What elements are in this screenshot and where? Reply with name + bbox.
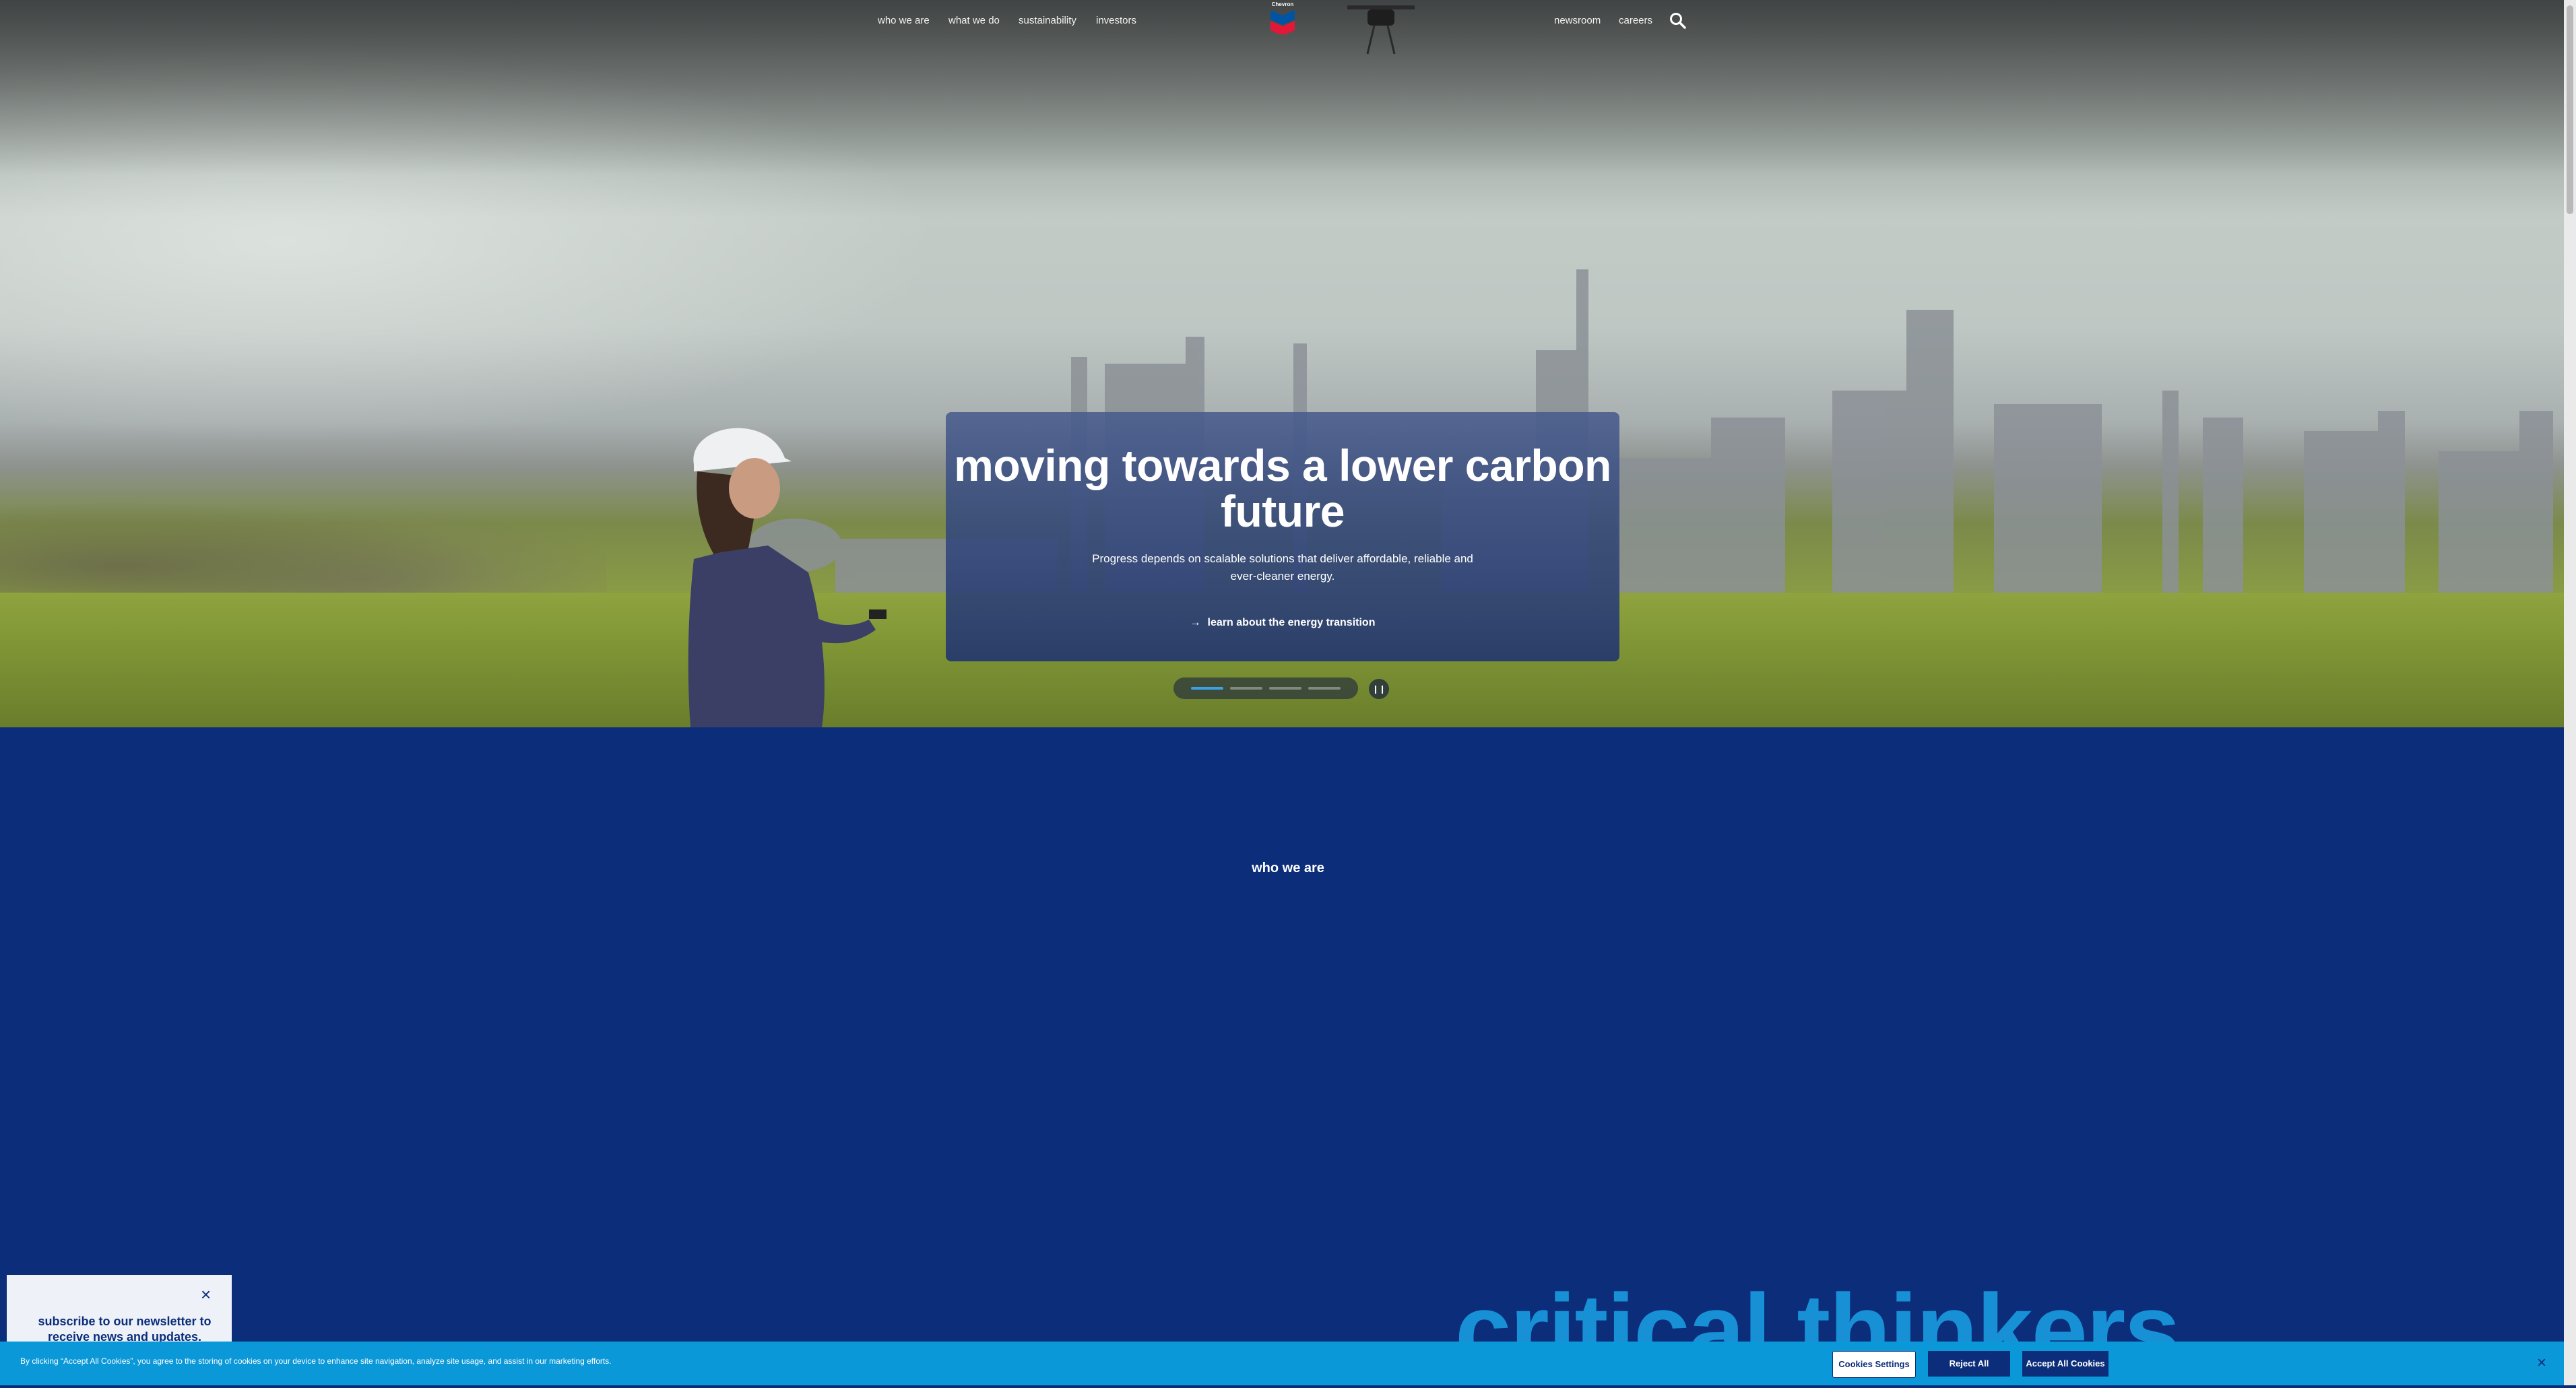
hero-cta-label: learn about the energy transition <box>1207 617 1376 628</box>
carousel-pause-button[interactable]: ❙❙ <box>1369 679 1389 699</box>
scrollbar-thumb[interactable] <box>2567 5 2573 214</box>
nav-careers[interactable]: careers <box>1619 15 1652 26</box>
nav-newsroom[interactable]: newsroom <box>1554 15 1601 26</box>
nav-who-we-are[interactable]: who we are <box>878 15 930 26</box>
close-icon: × <box>2537 1354 2547 1372</box>
hero-cta-link[interactable]: → learn about the energy transition <box>946 617 1619 629</box>
hero-banner: who we are what we do sustainability inv… <box>0 0 2576 727</box>
accept-all-cookies-button[interactable]: Accept All Cookies <box>2022 1351 2108 1377</box>
drone <box>1347 5 1415 55</box>
worker-figure <box>688 428 887 727</box>
chevron-logo-icon <box>1270 10 1295 36</box>
nav-investors[interactable]: investors <box>1096 15 1136 26</box>
newsletter-close-button[interactable]: × <box>201 1284 211 1305</box>
chevron-logo[interactable]: Chevron <box>1266 1 1299 36</box>
search-icon <box>1670 13 1686 29</box>
hero-description: Progress depends on scalable solutions t… <box>1092 552 1473 583</box>
carousel-indicators <box>1173 678 1358 699</box>
hero-card: moving towards a lower carbon future Pro… <box>946 412 1619 661</box>
newsletter-text[interactable]: subscribe to our newsletter to receive n… <box>27 1314 222 1345</box>
close-icon: × <box>201 1284 212 1304</box>
cookies-settings-button[interactable]: Cookies Settings <box>1832 1351 1916 1378</box>
who-we-are-section: who we are critical thinkers <box>0 727 2576 1386</box>
nav-what-we-do[interactable]: what we do <box>948 15 1000 26</box>
reject-all-button[interactable]: Reject All <box>1928 1351 2010 1377</box>
carousel-dot-4[interactable] <box>1308 687 1341 690</box>
page-scrollbar[interactable] <box>2564 0 2576 1385</box>
cookie-close-button[interactable]: × <box>2537 1354 2546 1373</box>
hero-title: moving towards a lower carbon future <box>954 440 1611 536</box>
top-navigation: who we are what we do sustainability inv… <box>0 0 2576 55</box>
carousel-dot-3[interactable] <box>1269 687 1301 690</box>
pause-icon: ❙❙ <box>1372 684 1386 694</box>
cookie-banner: By clicking “Accept All Cookies”, you ag… <box>0 1342 2576 1385</box>
nav-sustainability[interactable]: sustainability <box>1019 15 1076 26</box>
search-button[interactable] <box>1669 12 1687 30</box>
cookie-message: By clicking “Accept All Cookies”, you ag… <box>20 1356 612 1366</box>
arrow-right-icon: → <box>1190 617 1201 628</box>
section-label: who we are <box>1252 861 1324 875</box>
carousel-dot-1[interactable] <box>1191 687 1223 690</box>
logo-wordmark: Chevron <box>1271 1 1294 7</box>
carousel-dot-2[interactable] <box>1230 687 1262 690</box>
